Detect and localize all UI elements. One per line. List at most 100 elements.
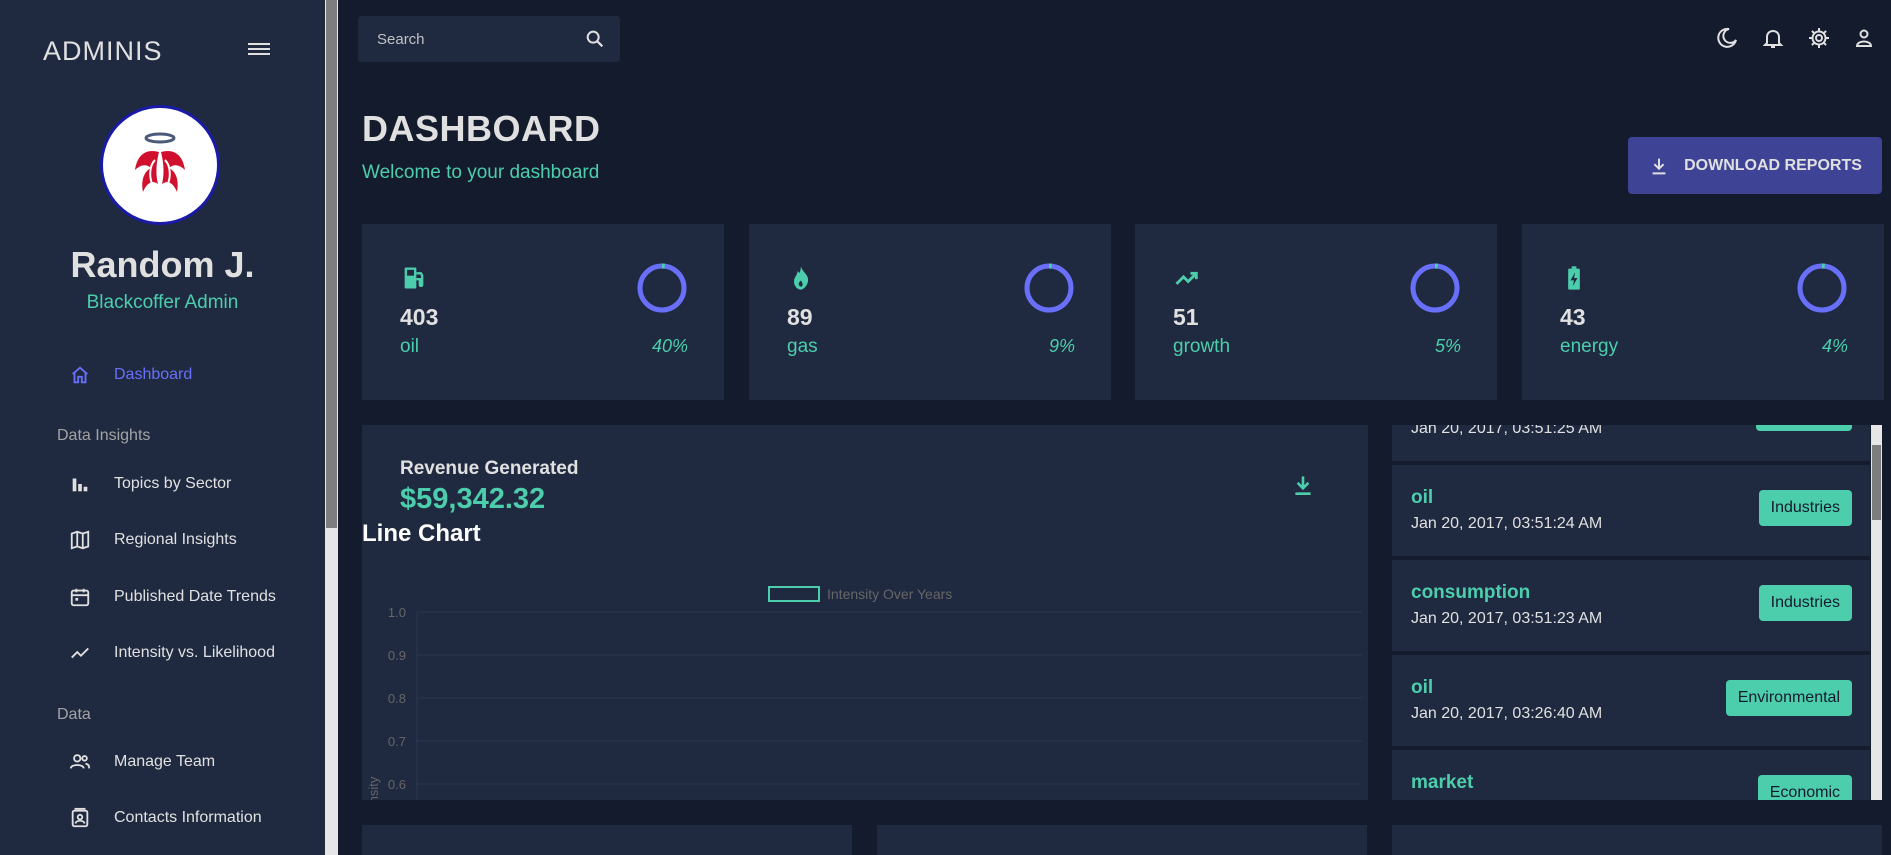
battery-icon — [1560, 264, 1588, 297]
tx-badge: Economic — [1757, 775, 1852, 800]
user-name: Random J. — [70, 244, 255, 285]
y-tick-label: 0.6 — [388, 777, 406, 792]
list-item[interactable]: market Economic — [1392, 750, 1870, 800]
sidebar-item-published-date-trends[interactable]: Published Date Trends — [68, 582, 276, 612]
calendar-icon — [68, 585, 92, 609]
sidebar-item-contacts-information[interactable]: Contacts Information — [68, 803, 262, 833]
list-item[interactable]: oil Jan 20, 2017, 03:51:24 AM Industries — [1392, 465, 1870, 556]
stat-label: oil — [400, 336, 420, 357]
progress-ring — [637, 263, 687, 313]
stat-value: 43 — [1560, 304, 1586, 330]
sidebar-item-label: Regional Insights — [114, 531, 237, 548]
home-icon — [68, 363, 92, 387]
stat-value: 89 — [787, 304, 813, 330]
bottom-card — [877, 825, 1367, 855]
stat-value: 51 — [1173, 304, 1199, 330]
sidebar-item-topics-by-sector[interactable]: Topics by Sector — [68, 469, 231, 499]
tx-badge — [1756, 425, 1852, 431]
sidebar-item-label: Contacts Information — [114, 809, 262, 826]
download-icon — [1652, 158, 1666, 174]
revenue-title: Revenue Generated — [400, 458, 579, 479]
page-title: DASHBOARD — [362, 108, 601, 149]
list-item[interactable]: consumption Jan 20, 2017, 03:51:23 AM In… — [1392, 560, 1870, 651]
stat-card-energy: 43 energy 4% — [1522, 224, 1884, 400]
tx-badge: Industries — [1758, 585, 1852, 621]
bottom-card — [362, 825, 852, 855]
sidebar-scrollbar-thumb[interactable] — [326, 0, 337, 528]
section-data: Data — [57, 706, 91, 723]
contacts-icon — [68, 806, 92, 830]
profile-icon[interactable] — [1852, 26, 1876, 50]
avatar — [100, 105, 220, 225]
tx-date: Jan 20, 2017, 03:51:25 AM — [1411, 425, 1603, 437]
dark-mode-icon[interactable] — [1715, 26, 1739, 50]
bar-chart-icon — [68, 472, 92, 496]
download-reports-button[interactable]: DOWNLOAD REPORTS — [1628, 137, 1882, 194]
stat-value: 403 — [400, 304, 439, 330]
list-item[interactable]: Jan 20, 2017, 03:51:25 AM — [1392, 425, 1870, 461]
chart-y-ticks: 1.00.90.80.70.60.5 — [388, 605, 406, 792]
tx-id: oil — [1411, 487, 1434, 508]
y-tick-label: 0.7 — [388, 734, 406, 749]
revenue-value: $59,342.32 — [400, 483, 546, 515]
tx-date: Jan 20, 2017, 03:51:24 AM — [1411, 515, 1603, 532]
settings-icon[interactable] — [1807, 26, 1831, 50]
legend-swatch — [768, 586, 820, 602]
trending-up-icon — [1173, 264, 1201, 297]
stat-label: energy — [1560, 336, 1619, 357]
bottom-card — [1392, 825, 1882, 855]
stat-label: growth — [1173, 336, 1231, 357]
tx-date: Jan 20, 2017, 03:26:40 AM — [1411, 705, 1603, 722]
y-tick-label: 0.9 — [388, 648, 406, 663]
search-input[interactable] — [358, 29, 579, 49]
search-bar — [358, 16, 620, 62]
sidebar-item-label: Topics by Sector — [114, 475, 232, 492]
search-icon[interactable] — [584, 28, 606, 55]
map-icon — [68, 528, 92, 552]
stat-label: gas — [787, 336, 818, 357]
line-chart-icon — [68, 641, 92, 665]
progress-ring — [1024, 263, 1074, 313]
stat-percent: 9% — [1048, 336, 1075, 356]
chart-grid — [416, 611, 1362, 800]
stat-card-oil: 403 oil 40% — [362, 224, 724, 400]
tx-id: market — [1411, 772, 1474, 793]
sidebar-item-manage-team[interactable]: Manage Team — [68, 747, 215, 777]
page-subtitle: Welcome to your dashboard — [362, 162, 600, 183]
sidebar-item-regional-insights[interactable]: Regional Insights — [68, 525, 237, 555]
sidebar-item-dashboard[interactable]: Dashboard — [68, 360, 192, 390]
list-scrollbar-thumb[interactable] — [1872, 445, 1881, 520]
y-tick-label: 1.0 — [388, 605, 406, 620]
menu-toggle-icon[interactable] — [248, 40, 270, 58]
tx-date: Jan 20, 2017, 03:51:23 AM — [1411, 610, 1603, 627]
fire-icon — [787, 264, 815, 297]
sidebar-item-label: Intensity vs. Likelihood — [114, 644, 275, 661]
sidebar-item-label: Manage Team — [114, 753, 216, 770]
logo-wings-icon — [135, 132, 185, 192]
sidebar-item-label: Dashboard — [114, 366, 193, 383]
stat-card-growth: 51 growth 5% — [1135, 224, 1497, 400]
tx-id: oil — [1411, 677, 1434, 698]
download-reports-label: DOWNLOAD REPORTS — [1684, 156, 1862, 174]
list-item[interactable]: oil Jan 20, 2017, 03:26:40 AM Environmen… — [1392, 655, 1870, 746]
tx-badge: Environmental — [1725, 680, 1852, 716]
section-data-insights: Data Insights — [57, 427, 151, 444]
sidebar-item-intensity-vs-likelihood[interactable]: Intensity vs. Likelihood — [68, 638, 275, 668]
transactions-list: Jan 20, 2017, 03:51:25 AM oil Jan 20, 20… — [1392, 425, 1872, 800]
sidebar-item-label: Published Date Trends — [114, 588, 276, 605]
progress-ring — [1410, 263, 1460, 313]
fuel-icon — [400, 264, 428, 297]
y-tick-label: 0.8 — [388, 691, 406, 706]
stat-percent: 4% — [1821, 336, 1848, 356]
people-icon — [68, 750, 92, 774]
stat-card-gas: 89 gas 9% — [749, 224, 1111, 400]
notifications-icon[interactable] — [1761, 26, 1785, 50]
chart-heading: Line Chart — [362, 520, 481, 547]
download-icon[interactable] — [1290, 472, 1316, 498]
legend-label: Intensity Over Years — [827, 586, 952, 602]
brand-title: ADMINIS — [43, 36, 163, 66]
user-role: Blackcoffer Admin — [86, 292, 239, 313]
y-axis-label: Intensity — [366, 776, 381, 800]
stat-percent: 5% — [1434, 336, 1461, 356]
stat-percent: 40% — [651, 336, 688, 356]
